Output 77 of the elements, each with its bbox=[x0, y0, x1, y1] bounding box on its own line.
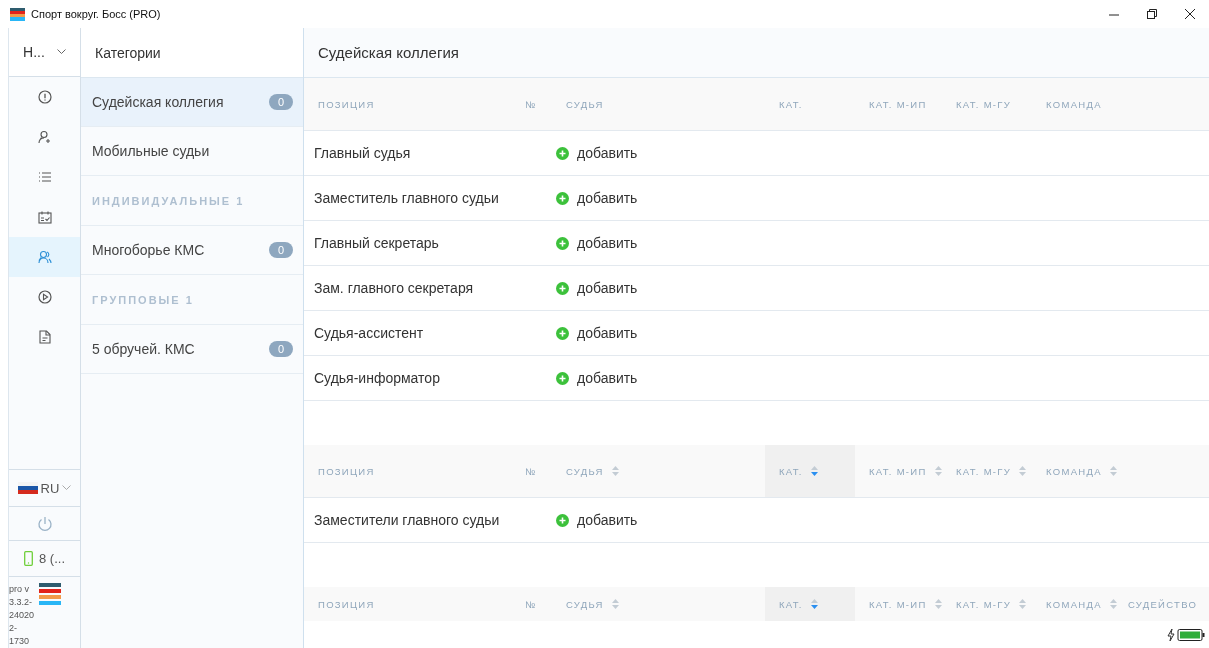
column-header: ПОЗИЦИЯ bbox=[318, 98, 375, 110]
devices-button[interactable]: 8 (... bbox=[9, 541, 80, 577]
plus-circle-icon bbox=[556, 513, 569, 527]
window-title: Спорт вокруг. Босс (PRO) bbox=[31, 8, 161, 20]
column-header: № bbox=[525, 98, 537, 110]
user-add-icon bbox=[37, 130, 52, 144]
column-header: КАТ. М-ГУ bbox=[956, 98, 1012, 110]
column-header: СУДЕЙСТВО bbox=[1128, 598, 1198, 610]
plus-circle-icon bbox=[556, 146, 569, 160]
category-item[interactable]: Многоборье КМС 0 bbox=[81, 226, 303, 275]
language-selector[interactable]: RU bbox=[9, 470, 80, 507]
sort-icon[interactable] bbox=[934, 598, 942, 610]
position-cell-text: Судья-информатор bbox=[313, 370, 441, 386]
power-icon bbox=[36, 515, 53, 532]
version-text: pro v 3.3.2-240202-1730 bbox=[9, 583, 36, 648]
sort-icon[interactable] bbox=[934, 465, 942, 477]
sort-icon[interactable] bbox=[1109, 465, 1117, 477]
column-header: № bbox=[525, 465, 537, 477]
event-selector[interactable]: Н... bbox=[9, 28, 80, 77]
users-icon bbox=[37, 250, 52, 264]
nav-item[interactable] bbox=[9, 237, 80, 277]
column-header: КОМАНДА bbox=[1046, 98, 1102, 110]
add-judge-button[interactable]: добавить bbox=[552, 145, 638, 161]
chevron-down-icon bbox=[62, 485, 72, 491]
count-badge: 0 bbox=[268, 341, 293, 357]
position-cell-text: Главный судья bbox=[313, 145, 412, 161]
position-cell-text: Заместитель главного судьи bbox=[313, 190, 500, 206]
sort-icon[interactable] bbox=[611, 465, 619, 477]
column-header: № bbox=[525, 598, 537, 610]
calendar-check-icon bbox=[37, 210, 52, 224]
close-icon bbox=[1185, 9, 1195, 19]
document-icon bbox=[38, 330, 51, 344]
column-header: ПОЗИЦИЯ bbox=[318, 598, 375, 610]
add-judge-button[interactable]: добавить bbox=[552, 370, 638, 386]
count-badge: 0 bbox=[268, 94, 293, 110]
column-header: СУДЬЯ bbox=[566, 98, 604, 110]
group-label: ИНДИВИДУАЛЬНЫЕ 1 bbox=[92, 194, 245, 207]
column-header: ПОЗИЦИЯ bbox=[318, 465, 375, 477]
plus-circle-icon bbox=[556, 326, 569, 340]
sort-icon[interactable] bbox=[1109, 598, 1117, 610]
position-cell-text: Главный секретарь bbox=[313, 235, 440, 251]
play-icon bbox=[37, 290, 52, 304]
count-badge: 0 bbox=[268, 242, 293, 258]
plus-circle-icon bbox=[556, 191, 569, 205]
sort-icon[interactable] bbox=[1019, 598, 1027, 610]
chevron-down-icon bbox=[56, 49, 66, 55]
phone-icon bbox=[24, 551, 33, 566]
info-icon bbox=[37, 90, 52, 104]
battery-charging-icon bbox=[1165, 627, 1205, 642]
group-label: ГРУППОВЫЕ 1 bbox=[92, 293, 194, 306]
category-item[interactable]: Мобильные судьи bbox=[81, 127, 303, 176]
restore-icon bbox=[1147, 9, 1157, 19]
add-judge-button[interactable]: добавить bbox=[552, 235, 638, 251]
position-cell-text: Зам. главного секретаря bbox=[313, 280, 475, 296]
column-header: КАТ. М-ИП bbox=[869, 98, 927, 110]
sort-icon[interactable] bbox=[810, 465, 818, 477]
page-title: Судейская коллегия bbox=[318, 44, 459, 61]
add-judge-button[interactable]: добавить bbox=[552, 190, 638, 206]
plus-circle-icon bbox=[556, 281, 569, 295]
list-icon bbox=[37, 171, 52, 183]
add-judge-button[interactable]: добавить bbox=[552, 325, 638, 341]
position-cell-text: Заместители главного судьи bbox=[313, 512, 501, 528]
add-judge-button[interactable]: добавить bbox=[552, 512, 638, 528]
category-item[interactable]: 5 обручей. КМС 0 bbox=[81, 325, 303, 374]
sort-icon[interactable] bbox=[810, 598, 818, 610]
category-item[interactable]: Судейская коллегия 0 bbox=[81, 78, 303, 127]
sort-icon[interactable] bbox=[1019, 465, 1027, 477]
app-logo-icon bbox=[10, 7, 25, 21]
app-logo-icon bbox=[39, 583, 61, 605]
panel-title: Категории bbox=[95, 44, 161, 61]
column-header: КАТ. bbox=[779, 98, 803, 110]
plus-circle-icon bbox=[556, 236, 569, 250]
sort-icon[interactable] bbox=[611, 598, 619, 610]
add-judge-button[interactable]: добавить bbox=[552, 280, 638, 296]
flag-icon bbox=[17, 482, 38, 494]
position-cell-text: Судья-ассистент bbox=[313, 325, 425, 341]
plus-circle-icon bbox=[556, 371, 569, 385]
